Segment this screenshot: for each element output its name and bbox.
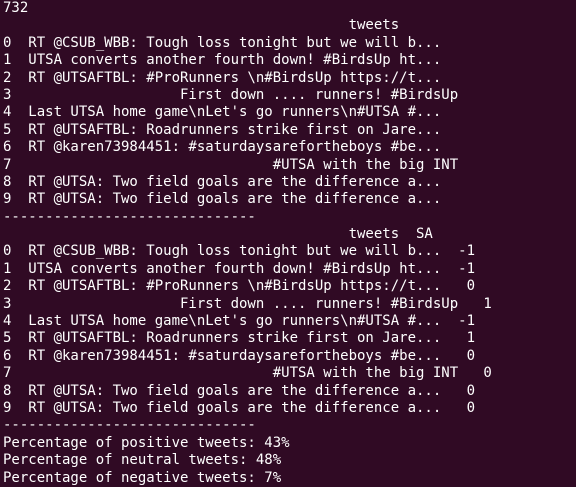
negative-percentage: Percentage of negative tweets: 7% [3, 469, 282, 486]
table2-header: tweets SA [3, 226, 433, 243]
line-count: 732 [3, 0, 29, 16]
table2-row: 4 Last UTSA home game\nLet's go runners\… [3, 313, 476, 330]
table1-row: 3 First down .... runners! #BirdsUp [3, 86, 459, 103]
neutral-percentage: Percentage of neutral tweets: 48% [3, 452, 282, 469]
separator: ------------------------------ [3, 208, 256, 225]
table1-row: 1 UTSA converts another fourth down! #Bi… [3, 52, 442, 69]
table2-row: 5 RT @UTSAFTBL: Roadrunners strike first… [3, 330, 476, 347]
table1-row: 7 #UTSA with the big INT [3, 156, 459, 173]
terminal-output: 732 tweets 0 RT @CSUB_WBB: Tough loss to… [0, 0, 576, 486]
table1-row: 4 Last UTSA home game\nLet's go runners\… [3, 104, 442, 121]
table1-row: 9 RT @UTSA: Two field goals are the diff… [3, 191, 442, 208]
table2-row: 3 First down .... runners! #BirdsUp 1 [3, 295, 492, 312]
table1-row: 0 RT @CSUB_WBB: Tough loss tonight but w… [3, 34, 442, 51]
positive-percentage: Percentage of positive tweets: 43% [3, 434, 290, 451]
table1-row: 5 RT @UTSAFTBL: Roadrunners strike first… [3, 121, 442, 138]
table2-row: 2 RT @UTSAFTBL: #ProRunners \n#BirdsUp h… [3, 278, 476, 295]
table2-row: 0 RT @CSUB_WBB: Tough loss tonight but w… [3, 243, 476, 260]
table2-row: 9 RT @UTSA: Two field goals are the diff… [3, 399, 476, 416]
table1-row: 2 RT @UTSAFTBL: #ProRunners \n#BirdsUp h… [3, 69, 442, 86]
table2-row: 7 #UTSA with the big INT 0 [3, 365, 492, 382]
table1-row: 6 RT @karen73984451: #saturdaysareforthe… [3, 139, 442, 156]
table2-row: 8 RT @UTSA: Two field goals are the diff… [3, 382, 476, 399]
table1-row: 8 RT @UTSA: Two field goals are the diff… [3, 173, 442, 190]
table2-row: 6 RT @karen73984451: #saturdaysareforthe… [3, 347, 476, 364]
table2-row: 1 UTSA converts another fourth down! #Bi… [3, 260, 476, 277]
table1-header: tweets [3, 17, 400, 34]
separator: ------------------------------ [3, 417, 256, 434]
